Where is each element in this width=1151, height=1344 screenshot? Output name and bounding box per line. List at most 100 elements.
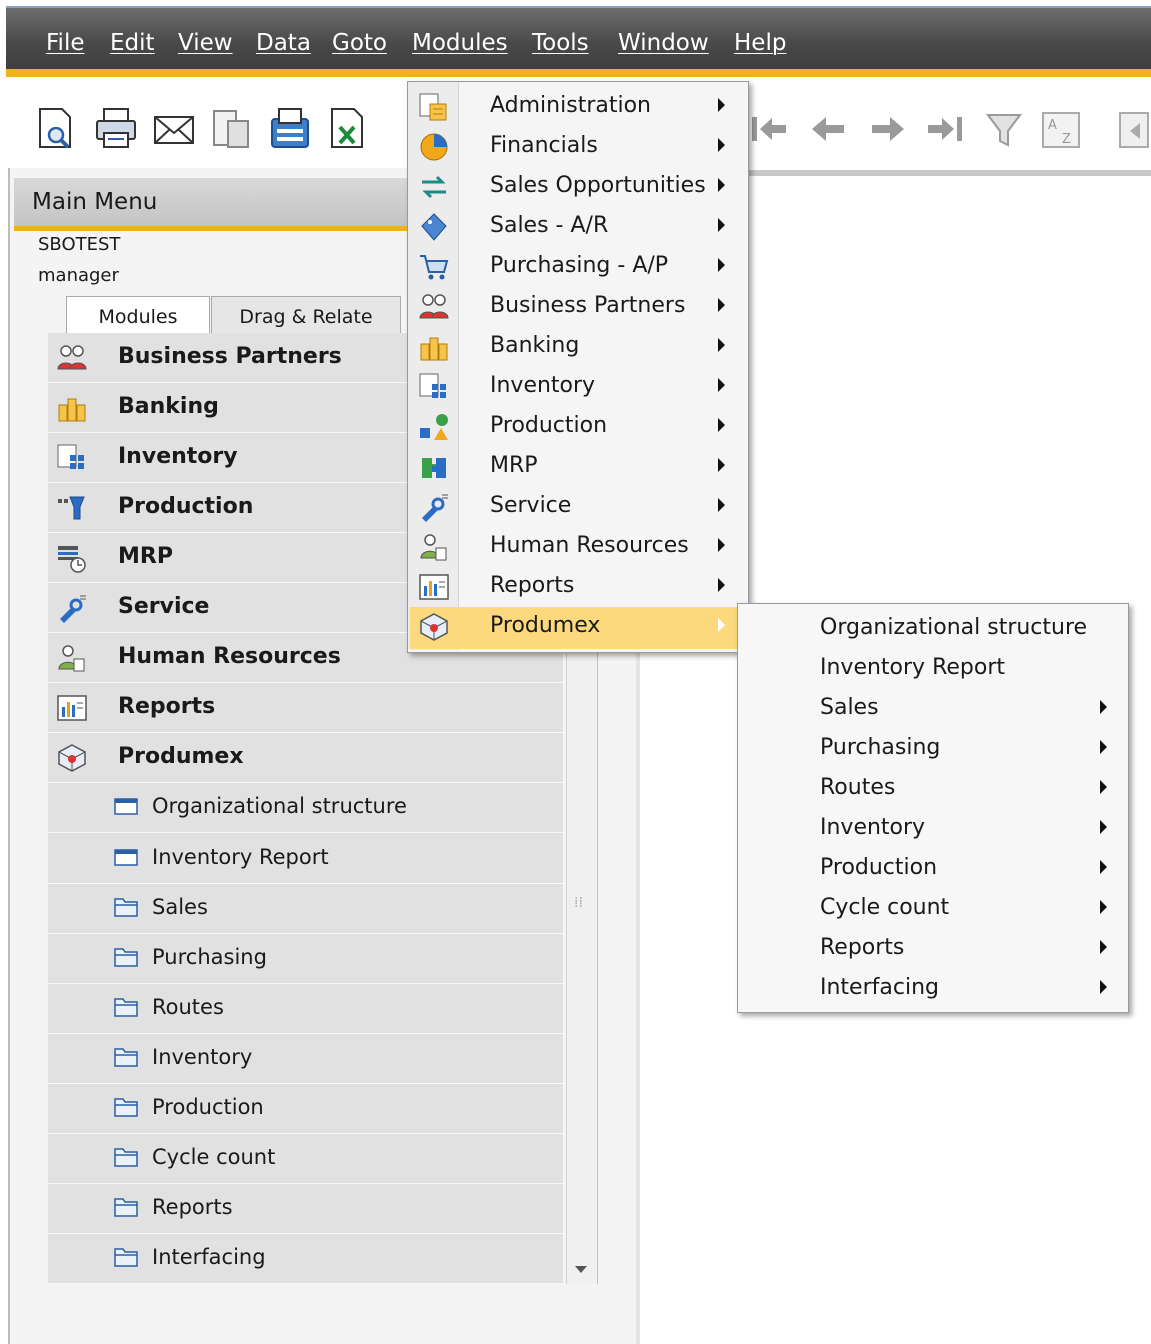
dropdown-item-purchasing-ap[interactable]: Purchasing - A/P — [408, 247, 746, 287]
sort-icon[interactable]: AZ — [1040, 105, 1084, 153]
subitem-inventory[interactable]: Inventory — [48, 1034, 563, 1084]
subitem-routes[interactable]: Routes — [48, 984, 563, 1034]
submenu-arrow-icon — [1100, 980, 1107, 994]
dropdown-item-sales-ar[interactable]: Sales - A/R — [408, 207, 746, 247]
dropdown-item-reports[interactable]: Reports — [408, 567, 746, 607]
menu-bar-accent — [6, 69, 1151, 77]
submenu-arrow-icon — [1100, 820, 1107, 834]
submenu-arrow-icon — [718, 418, 725, 432]
folder-icon — [114, 898, 138, 917]
submenu-item-purchasing[interactable]: Purchasing — [738, 728, 1126, 768]
dropdown-item-inventory[interactable]: Inventory — [408, 367, 746, 407]
dropdown-item-administration[interactable]: Administration — [408, 87, 746, 127]
submenu-item-label: Sales — [820, 695, 879, 720]
submenu-arrow-icon — [718, 98, 725, 112]
menu-view[interactable]: View — [178, 30, 233, 56]
subitem-label: Inventory — [152, 1045, 253, 1069]
subitem-organizational-structure[interactable]: Organizational structure — [48, 783, 563, 833]
submenu-item-inventory-report[interactable]: Inventory Report — [738, 648, 1126, 688]
excel-export-icon[interactable] — [326, 105, 370, 153]
previous-record-icon[interactable] — [806, 105, 850, 153]
submenu-item-inventory[interactable]: Inventory — [738, 808, 1126, 848]
submenu-item-routes[interactable]: Routes — [738, 768, 1126, 808]
dropdown-item-label: Administration — [490, 93, 651, 118]
email-icon[interactable] — [152, 105, 196, 153]
submenu-item-sales[interactable]: Sales — [738, 688, 1126, 728]
preview-icon[interactable] — [34, 105, 78, 153]
dropdown-item-sales-opportunities[interactable]: Sales Opportunities — [408, 167, 746, 207]
dropdown-item-service[interactable]: Service — [408, 487, 746, 527]
submenu-item-reports[interactable]: Reports — [738, 928, 1126, 968]
module-label: Banking — [118, 394, 219, 419]
menu-tools[interactable]: Tools — [532, 30, 589, 56]
submenu-item-interfacing[interactable]: Interfacing — [738, 968, 1126, 1008]
module-item-reports[interactable]: Reports — [48, 683, 563, 733]
dropdown-item-production[interactable]: Production — [408, 407, 746, 447]
financials-icon — [420, 133, 448, 161]
dropdown-item-business-partners[interactable]: Business Partners — [408, 287, 746, 327]
submenu-arrow-icon — [1100, 900, 1107, 914]
menu-goto[interactable]: Goto — [332, 30, 387, 56]
submenu-arrow-icon — [718, 298, 725, 312]
module-item-produmex[interactable]: Produmex — [48, 733, 563, 783]
dropdown-item-label: MRP — [490, 453, 538, 478]
dropdown-item-label: Inventory — [490, 373, 596, 398]
tab-drag-relate[interactable]: Drag & Relate — [211, 296, 401, 335]
sms-icon[interactable] — [210, 105, 254, 153]
fax-icon[interactable] — [268, 105, 312, 153]
scrollbar-grip-icon[interactable]: ⁞⁞ — [574, 895, 586, 917]
dropdown-item-banking[interactable]: Banking — [408, 327, 746, 367]
module-label: Inventory — [118, 444, 238, 469]
print-icon[interactable] — [94, 105, 138, 153]
last-record-icon[interactable] — [922, 105, 966, 153]
submenu-arrow-icon — [1100, 940, 1107, 954]
menu-window[interactable]: Window — [618, 30, 709, 56]
dropdown-item-label: Reports — [490, 573, 575, 598]
submenu-arrow-icon — [718, 218, 725, 232]
subitem-reports[interactable]: Reports — [48, 1184, 563, 1234]
menu-data[interactable]: Data — [256, 30, 311, 56]
dropdown-item-mrp[interactable]: MRP — [408, 447, 746, 487]
subitem-purchasing[interactable]: Purchasing — [48, 934, 563, 984]
mrp-icon — [58, 546, 86, 573]
tab-modules[interactable]: Modules — [66, 296, 210, 335]
module-label: Business Partners — [118, 344, 342, 369]
dropdown-item-financials[interactable]: Financials — [408, 127, 746, 167]
menu-help[interactable]: Help — [734, 30, 786, 56]
menu-bar: File Edit View Data Goto Modules Tools W… — [6, 8, 1151, 70]
submenu-arrow-icon — [718, 578, 725, 592]
subitem-cycle-count[interactable]: Cycle count — [48, 1134, 563, 1184]
submenu-arrow-icon — [718, 618, 725, 632]
filter-icon[interactable] — [982, 105, 1026, 153]
menu-edit[interactable]: Edit — [110, 30, 155, 56]
dropdown-item-label: Banking — [490, 333, 580, 358]
sales-ar-icon — [421, 213, 447, 241]
submenu-item-production[interactable]: Production — [738, 848, 1126, 888]
paste-icon[interactable] — [1112, 105, 1151, 153]
subitem-production[interactable]: Production — [48, 1084, 563, 1134]
first-record-icon[interactable] — [748, 105, 792, 153]
dropdown-item-produmex[interactable]: Produmex — [408, 607, 746, 647]
dropdown-item-label: Sales - A/R — [490, 213, 609, 238]
service-icon — [422, 494, 448, 522]
submenu-item-organizational-structure[interactable]: Organizational structure — [738, 608, 1126, 648]
form-icon — [114, 798, 138, 815]
menu-file[interactable]: File — [46, 30, 85, 56]
submenu-arrow-icon — [718, 178, 725, 192]
module-label: MRP — [118, 544, 173, 569]
subitem-interfacing[interactable]: Interfacing — [48, 1234, 563, 1284]
submenu-item-cycle-count[interactable]: Cycle count — [738, 888, 1126, 928]
subitem-inventory-report[interactable]: Inventory Report — [48, 834, 563, 884]
dropdown-item-human-resources[interactable]: Human Resources — [408, 527, 746, 567]
subitem-sales[interactable]: Sales — [48, 884, 563, 934]
dropdown-item-label: Business Partners — [490, 293, 686, 318]
submenu-arrow-icon — [718, 338, 725, 352]
module-label: Produmex — [118, 744, 244, 769]
produmex-icon — [420, 613, 448, 641]
scroll-down-icon[interactable] — [566, 1254, 596, 1284]
subitem-label: Reports — [152, 1195, 233, 1219]
menu-modules[interactable]: Modules — [412, 30, 508, 56]
subitem-label: Purchasing — [152, 945, 267, 969]
subitem-label: Interfacing — [152, 1245, 266, 1269]
next-record-icon[interactable] — [866, 105, 910, 153]
